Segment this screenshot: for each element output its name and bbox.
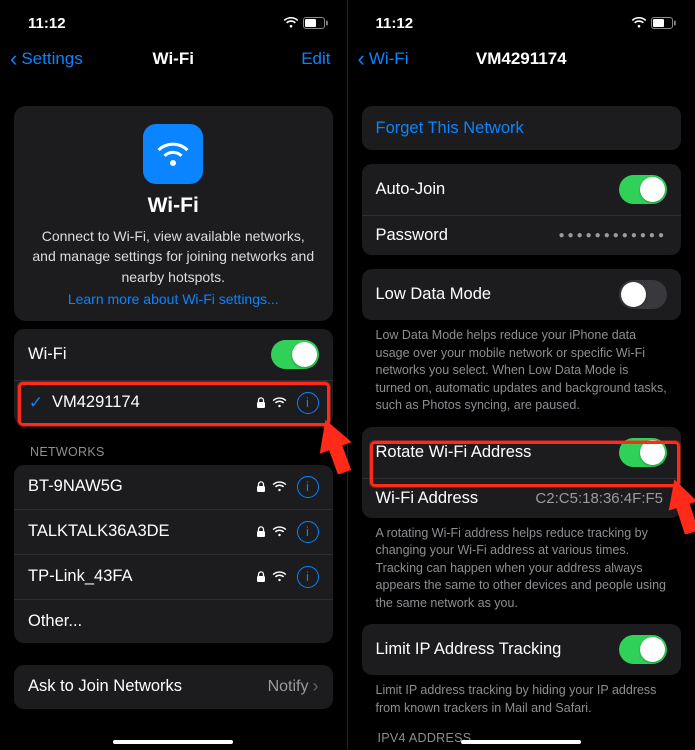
wifi-icon — [631, 17, 647, 29]
lock-icon — [256, 481, 266, 493]
wifi-signal-icon — [272, 481, 287, 493]
status-bar: 11:12 — [0, 0, 347, 40]
connected-network-row[interactable]: ✓ VM4291174 i — [14, 380, 333, 425]
info-icon[interactable]: i — [297, 476, 319, 498]
wifi-app-icon — [143, 124, 203, 184]
connected-ssid: VM4291174 — [52, 393, 256, 412]
wifi-icon — [283, 17, 299, 29]
learn-more-link[interactable]: Learn more about Wi-Fi settings... — [28, 291, 319, 307]
wifi-signal-icon — [272, 571, 287, 583]
info-icon[interactable]: i — [297, 566, 319, 588]
checkmark-icon: ✓ — [26, 393, 46, 413]
wifi-signal-icon — [272, 397, 287, 409]
screen-wifi-list: 11:12 ‹ Settings Wi-Fi Edit Wi-Fi Connec… — [0, 0, 348, 750]
rotate-toggle[interactable] — [619, 438, 667, 467]
back-button[interactable]: ‹ Settings — [10, 49, 83, 69]
status-right — [631, 17, 677, 29]
wifi-toggle-group: Wi-Fi ✓ VM4291174 i — [14, 329, 333, 425]
ask-join-group: Ask to Join Networks Notify › — [14, 665, 333, 709]
networks-header: Networks — [30, 445, 329, 459]
chevron-right-icon: › — [313, 676, 319, 697]
status-bar: 11:12 — [348, 0, 695, 40]
address-group: Rotate Wi-Fi Address Wi-Fi Address C2:C5… — [362, 427, 682, 518]
status-time: 11:12 — [376, 15, 414, 32]
auto-join-toggle[interactable] — [619, 175, 667, 204]
lock-icon — [256, 571, 266, 583]
forget-network-row[interactable]: Forget This Network — [362, 106, 682, 150]
network-row[interactable]: BT-9NAW5G i — [14, 465, 333, 509]
limit-ip-desc: Limit IP address tracking by hiding your… — [376, 682, 668, 717]
password-row[interactable]: Password ●●●●●●●●●●●● — [362, 215, 682, 255]
back-label: Settings — [21, 49, 82, 69]
network-row[interactable]: TP-Link_43FA i — [14, 554, 333, 599]
info-icon[interactable]: i — [297, 392, 319, 414]
low-data-row[interactable]: Low Data Mode — [362, 269, 682, 320]
battery-icon — [303, 17, 329, 29]
limit-ip-row[interactable]: Limit IP Address Tracking — [362, 624, 682, 675]
home-indicator[interactable] — [113, 740, 233, 745]
wifi-address-row: Wi-Fi Address C2:C5:18:36:4F:F5 — [362, 478, 682, 518]
battery-icon — [651, 17, 677, 29]
ask-join-row[interactable]: Ask to Join Networks Notify › — [14, 665, 333, 709]
nav-bar: ‹ Wi-Fi VM4291174 — [348, 40, 695, 84]
low-data-toggle[interactable] — [619, 280, 667, 309]
networks-group: BT-9NAW5G i TALKTALK36A3DE i — [14, 465, 333, 643]
screen-network-detail: 11:12 ‹ Wi-Fi VM4291174 Forget This Netw… — [348, 0, 695, 750]
wifi-intro-card: Wi-Fi Connect to Wi-Fi, view available n… — [14, 106, 333, 321]
rotate-desc: A rotating Wi-Fi address helps reduce tr… — [376, 525, 668, 613]
card-title: Wi-Fi — [28, 194, 319, 218]
wifi-toggle-label: Wi-Fi — [28, 345, 271, 364]
back-label: Wi-Fi — [369, 49, 409, 69]
nav-bar: ‹ Settings Wi-Fi Edit — [0, 40, 347, 84]
auto-join-row[interactable]: Auto-Join — [362, 164, 682, 215]
join-group: Auto-Join Password ●●●●●●●●●●●● — [362, 164, 682, 255]
rotate-address-row[interactable]: Rotate Wi-Fi Address — [362, 427, 682, 478]
wifi-toggle-row[interactable]: Wi-Fi — [14, 329, 333, 380]
other-network-row[interactable]: Other... — [14, 599, 333, 643]
status-time: 11:12 — [28, 15, 66, 32]
lock-icon — [256, 526, 266, 538]
forget-group: Forget This Network — [362, 106, 682, 150]
home-indicator[interactable] — [461, 740, 581, 745]
wifi-toggle[interactable] — [271, 340, 319, 369]
info-icon[interactable]: i — [297, 521, 319, 543]
card-desc: Connect to Wi-Fi, view available network… — [28, 226, 319, 287]
limit-ip-group: Limit IP Address Tracking — [362, 624, 682, 675]
low-data-desc: Low Data Mode helps reduce your iPhone d… — [376, 327, 668, 415]
network-row[interactable]: TALKTALK36A3DE i — [14, 509, 333, 554]
back-button[interactable]: ‹ Wi-Fi — [358, 49, 409, 69]
low-data-group: Low Data Mode — [362, 269, 682, 320]
lock-icon — [256, 397, 266, 409]
wifi-signal-icon — [272, 526, 287, 538]
edit-button[interactable]: Edit — [301, 49, 330, 69]
limit-ip-toggle[interactable] — [619, 635, 667, 664]
status-right — [283, 17, 329, 29]
password-mask: ●●●●●●●●●●●● — [559, 230, 667, 241]
